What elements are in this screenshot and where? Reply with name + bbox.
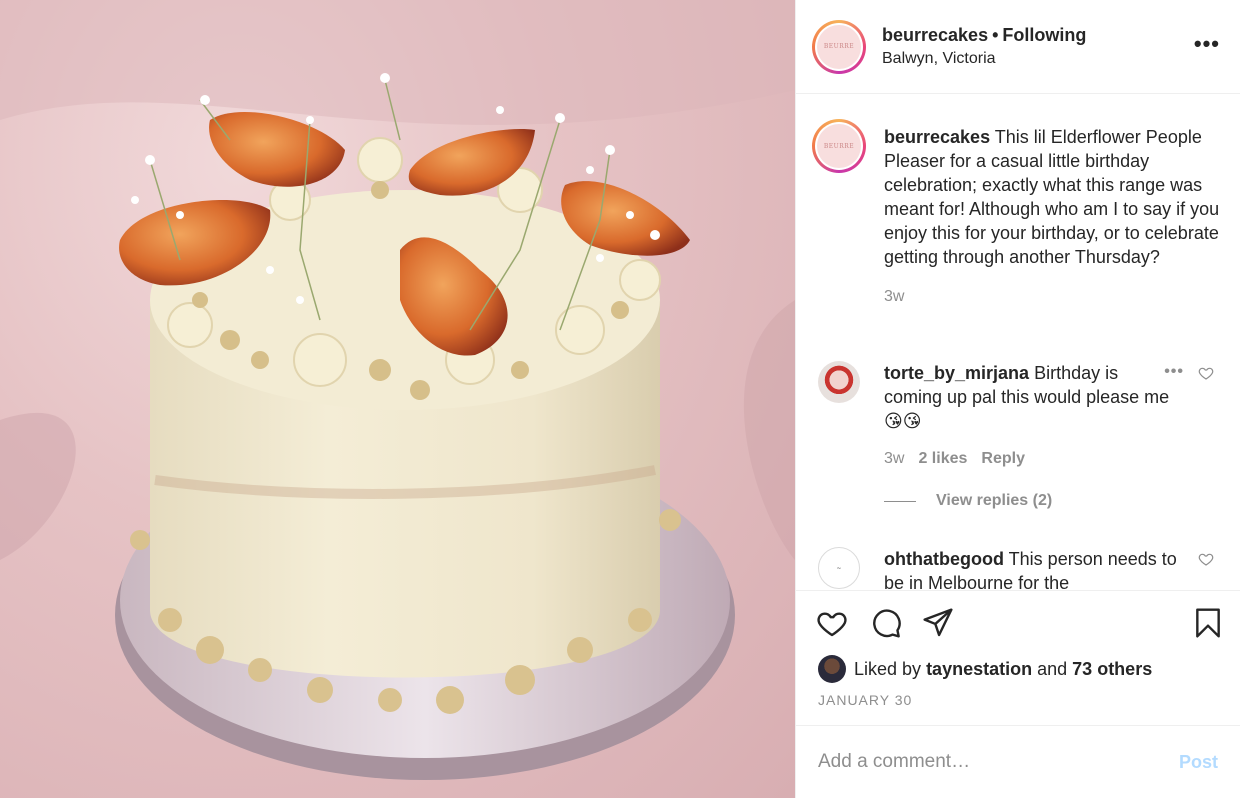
post-comment-button[interactable]: Post [1179,752,1218,773]
caption-avatar[interactable]: BEURRE [812,119,866,173]
caption-text: This lil Elderflower People Pleaser for … [884,127,1220,267]
likes-prefix: Liked by [854,658,922,679]
commenter-avatar[interactable] [818,361,860,403]
post-date[interactable]: JANUARY 30 [818,692,912,708]
comment-age[interactable]: 3w [884,450,904,467]
more-horizontal-icon[interactable]: ••• [1194,33,1220,55]
comment-username[interactable]: torte_by_mirjana [884,363,1029,383]
comment-input[interactable] [818,751,1158,773]
caption-age[interactable]: 3w [884,285,1224,309]
author-avatar-text: BEURRE [817,24,861,69]
comment-heart-icon[interactable] [1198,551,1214,567]
liker-avatar[interactable] [818,655,846,683]
follow-state-button[interactable]: Following [1002,25,1086,45]
comment-likes[interactable]: 2 likes [918,450,967,467]
comment-username[interactable]: ohthatbegood [884,549,1004,569]
heart-icon[interactable] [816,607,848,644]
comment-heart-icon[interactable] [1198,365,1214,381]
post-header: BEURRE beurrecakes • Following Balwyn, Vic… [796,0,1240,94]
bookmark-icon[interactable] [1192,607,1224,644]
likes-others-button[interactable]: 73 others [1072,659,1152,680]
caption-avatar-text: BEURRE [817,124,861,168]
author-username[interactable]: beurrecakes [882,25,988,45]
speech-bubble-icon[interactable] [870,607,902,644]
replies-divider [884,500,916,502]
post-location[interactable]: Balwyn, Victoria [882,50,1086,68]
paper-plane-icon[interactable] [922,607,954,644]
cake-photo [0,0,795,780]
post-side-panel: BEURRE beurrecakes • Following Balwyn, Vic… [795,0,1240,798]
reply-button[interactable]: Reply [981,450,1025,467]
commenter-avatar[interactable]: ~ [818,547,860,589]
comments-list[interactable]: BEURRE beurrecakes This lil Elderflower … [796,95,1240,590]
comment-options-icon[interactable]: ••• [1164,363,1184,381]
likes-joiner: and [1037,658,1068,679]
caption-username[interactable]: beurrecakes [884,127,990,147]
separator-dot: • [992,25,999,45]
likes-summary: Liked by taynestation and 73 others [818,655,1152,683]
view-replies-button[interactable]: View replies (2) [936,489,1052,513]
author-avatar[interactable]: BEURRE [812,19,866,74]
add-comment-bar: Post [796,725,1240,798]
liker-username[interactable]: taynestation [926,659,1032,680]
post-actions: Liked by taynestation and 73 others JANU… [796,590,1240,725]
post-photo[interactable] [0,0,795,798]
